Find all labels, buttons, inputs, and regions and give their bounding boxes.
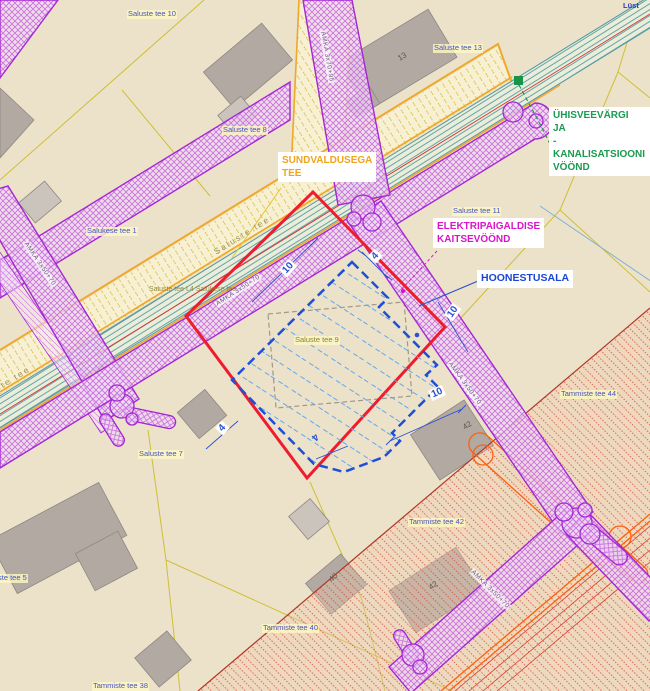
detail-plan-map: Saluste tee 10 Saluste tee 13 Saluste te… [0, 0, 650, 691]
parcel-label-salukese-tee-1: Salukese tee 1 [86, 227, 138, 236]
parcel-label-road-unit: Saluste tee L4 Salukese tee [148, 286, 237, 294]
parcel-label-saluste-tee-5: Saluste tee 5 [0, 574, 28, 583]
parcel-label-saluste-tee-8: Saluste tee 8 [222, 126, 268, 135]
water-connection-marker [514, 76, 523, 85]
connection-point-dot [415, 333, 420, 338]
parcel-label-tammiste-tee-44: Tammiste tee 44 [560, 390, 617, 399]
parcel-label-saluste-tee-10: Saluste tee 10 [127, 10, 177, 19]
parcel-label-saluste-tee-7: Saluste tee 7 [138, 450, 184, 459]
parcel-label-saluste-tee-11: Saluste tee 11 [452, 207, 501, 216]
callout-elektripaigaldise-kaitsevoond: ELEKTRIPAIGALDISE KAITSEVÖÖND [433, 218, 544, 248]
parcel-label-edge-partial: Lüst [622, 2, 650, 11]
callout-sundvaldusega-tee: SUNDVALDUSEGA TEE [278, 152, 376, 182]
parcel-label-tammiste-tee-42: Tammiste tee 42 [408, 518, 465, 527]
callout-uhisveevargi-voond: ÜHISVEEVÄRGI JA -KANALISATSIOONI VÖÖND [549, 107, 650, 176]
parcel-label-tammiste-tee-38: Tammiste tee 38 [92, 682, 149, 691]
callout-hoonestusala: HOONESTUSALA [477, 270, 573, 288]
parcel-label-saluste-tee-13: Saluste tee 13 [433, 44, 483, 53]
parcel-label-saluste-tee-9: Saluste tee 9 [294, 336, 340, 345]
parcel-label-tammiste-tee-40: Tammiste tee 40 [262, 624, 319, 633]
map-canvas [0, 0, 650, 691]
